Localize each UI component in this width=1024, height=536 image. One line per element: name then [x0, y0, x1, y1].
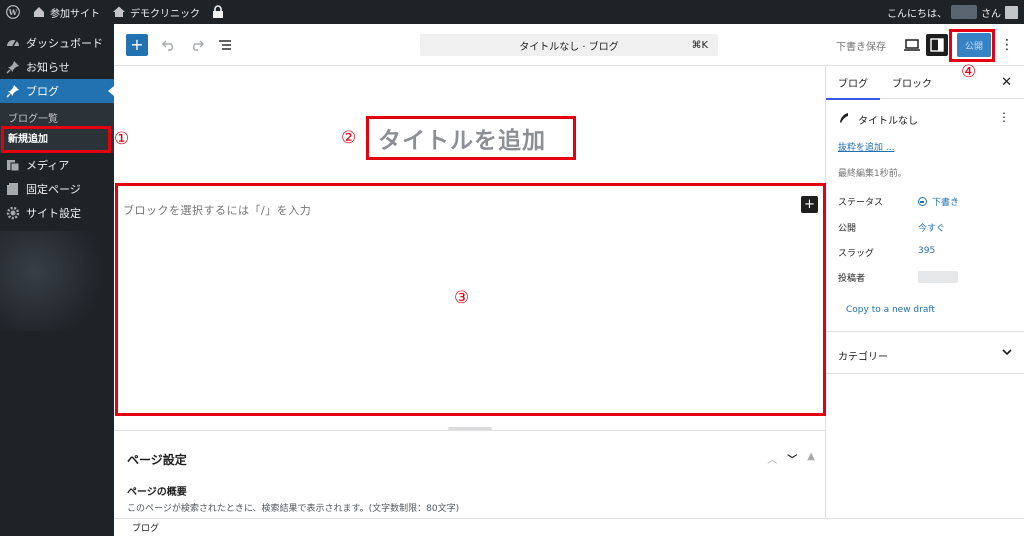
command-palette-bar[interactable]: タイトルなし · ブログ ⌘K: [420, 34, 718, 56]
username-blurred: [951, 5, 977, 19]
admin-sidebar: ダッシュボード お知らせ ブログ ブログ一覧 新規追加 メディア 固定ページ サ…: [0, 24, 114, 536]
blurred-menu-area: [0, 231, 114, 331]
metabox-controls: ︿ ﹀ ▲: [767, 451, 815, 466]
lock-icon[interactable]: [206, 0, 230, 24]
status-value[interactable]: 下書き: [918, 195, 959, 208]
author-value-blurred[interactable]: [918, 271, 958, 283]
document-overview-icon[interactable]: [214, 34, 236, 56]
annotation-box-1: [1, 126, 111, 153]
sidebar-item-dashboard[interactable]: ダッシュボード: [0, 31, 114, 55]
chevron-down-icon[interactable]: [1002, 346, 1012, 359]
move-down-icon[interactable]: ﹀: [787, 451, 797, 466]
block-breadcrumb: ブログ: [114, 518, 1024, 536]
dashboard-icon: [6, 36, 20, 50]
submenu-blog-list[interactable]: ブログ一覧: [0, 107, 114, 127]
editor-header: + タイトルなし · ブログ ⌘K 下書き保存 公開 ⋮: [114, 24, 1024, 66]
pin-icon: [6, 84, 20, 98]
divider: [826, 373, 1024, 374]
clinic-link[interactable]: デモクリニック: [106, 0, 206, 24]
breadcrumb-item[interactable]: ブログ: [132, 521, 159, 534]
collapse-toggle-icon[interactable]: ▲: [807, 451, 815, 466]
media-icon: [6, 158, 20, 172]
home-icon: [32, 5, 46, 19]
category-panel-title[interactable]: カテゴリー: [838, 348, 888, 363]
metabox-subtitle: ページの概要: [127, 487, 187, 498]
sidebar-item-blog[interactable]: ブログ: [0, 79, 114, 103]
add-excerpt-link[interactable]: 抜粋を追加 ...: [838, 140, 894, 153]
sidebar-item-label: ブログ: [26, 85, 59, 98]
copy-to-draft-button[interactable]: Copy to a new draft: [846, 305, 935, 315]
metabox-description: このページが検索されたときに、検索結果で表示されます。(文字数制限：80文字): [127, 504, 460, 514]
annotation-number-3: ③: [454, 288, 470, 308]
pin-icon: [6, 60, 20, 74]
slug-label: スラッグ: [838, 249, 875, 259]
house-icon: [112, 5, 126, 19]
post-summary: タイトルなし: [838, 112, 918, 127]
tab-block[interactable]: ブロック: [880, 66, 944, 99]
status-value-text: 下書き: [932, 198, 960, 208]
sidebar-item-label: ダッシュボード: [26, 37, 103, 50]
close-icon[interactable]: ✕: [1001, 75, 1012, 90]
site-name-link[interactable]: 参加サイト: [26, 0, 106, 24]
settings-tabs: ブログ ブロック ✕: [826, 66, 1024, 100]
sidebar-item-site-settings[interactable]: サイト設定: [0, 201, 114, 225]
annotation-number-2: ②: [341, 128, 357, 148]
last-edited-text: 最終編集1秒前。: [838, 169, 907, 179]
annotation-number-1: ①: [114, 129, 130, 149]
sidebar-item-label: サイト設定: [26, 207, 81, 220]
avatar: [1005, 5, 1018, 19]
command-title: タイトルなし · ブログ: [519, 41, 619, 53]
greeting-suffix: さん: [981, 8, 1001, 20]
sidebar-item-label: メディア: [26, 159, 70, 172]
greeting-text: こんにちは、: [887, 8, 947, 20]
sidebar-item-media[interactable]: メディア: [0, 153, 114, 177]
slug-value[interactable]: 395: [918, 246, 935, 256]
annotation-box-4: [949, 29, 995, 62]
wordpress-logo-icon[interactable]: W: [0, 0, 26, 24]
tab-post[interactable]: ブログ: [826, 66, 880, 100]
settings-sidebar-toggle-icon[interactable]: [926, 34, 948, 56]
svg-text:W: W: [8, 8, 18, 17]
publish-value[interactable]: 今すぐ: [918, 221, 945, 234]
move-up-icon[interactable]: ︿: [767, 451, 777, 466]
status-label: ステータス: [838, 198, 884, 208]
preview-icon[interactable]: [901, 34, 923, 56]
save-draft-button[interactable]: 下書き保存: [836, 38, 886, 53]
post-title-label: タイトルなし: [858, 116, 918, 127]
sidebar-item-news[interactable]: お知らせ: [0, 55, 114, 79]
site-name-label: 参加サイト: [50, 8, 100, 20]
post-actions-icon[interactable]: ⋮: [998, 110, 1010, 124]
divider: [826, 331, 1024, 332]
sidebar-item-label: お知らせ: [26, 61, 70, 74]
settings-sidebar: ブログ ブロック ✕ タイトルなし ⋮ 抜粋を追加 ... 最終編集1秒前。 ス…: [825, 66, 1024, 518]
author-label: 投稿者: [838, 274, 866, 284]
annotation-number-4: ④: [961, 62, 977, 82]
annotation-box-3: [115, 183, 826, 416]
admin-bar: W 参加サイト デモクリニック こんにちは、 さん: [0, 0, 1024, 24]
annotation-box-2: [366, 116, 576, 160]
draft-status-icon: [918, 197, 927, 206]
page-icon: [6, 182, 20, 196]
undo-icon[interactable]: [158, 34, 180, 56]
my-account[interactable]: こんにちは、 さん: [887, 5, 1024, 20]
more-options-icon[interactable]: ⋮: [999, 34, 1015, 56]
clinic-name-label: デモクリニック: [130, 8, 200, 20]
sidebar-item-label: 固定ページ: [26, 183, 81, 196]
publish-label: 公開: [838, 224, 857, 234]
sidebar-item-pages[interactable]: 固定ページ: [0, 177, 114, 201]
gear-icon: [6, 206, 20, 220]
metabox-title[interactable]: ページ設定: [127, 451, 187, 468]
pen-icon: [838, 112, 850, 127]
command-shortcut: ⌘K: [691, 39, 708, 51]
block-inserter-button[interactable]: +: [126, 33, 148, 56]
metabox-area: ページ設定 ︿ ﹀ ▲ ページの概要 このページが検索されたときに、検索結果で表…: [114, 430, 825, 518]
redo-icon[interactable]: [186, 34, 208, 56]
